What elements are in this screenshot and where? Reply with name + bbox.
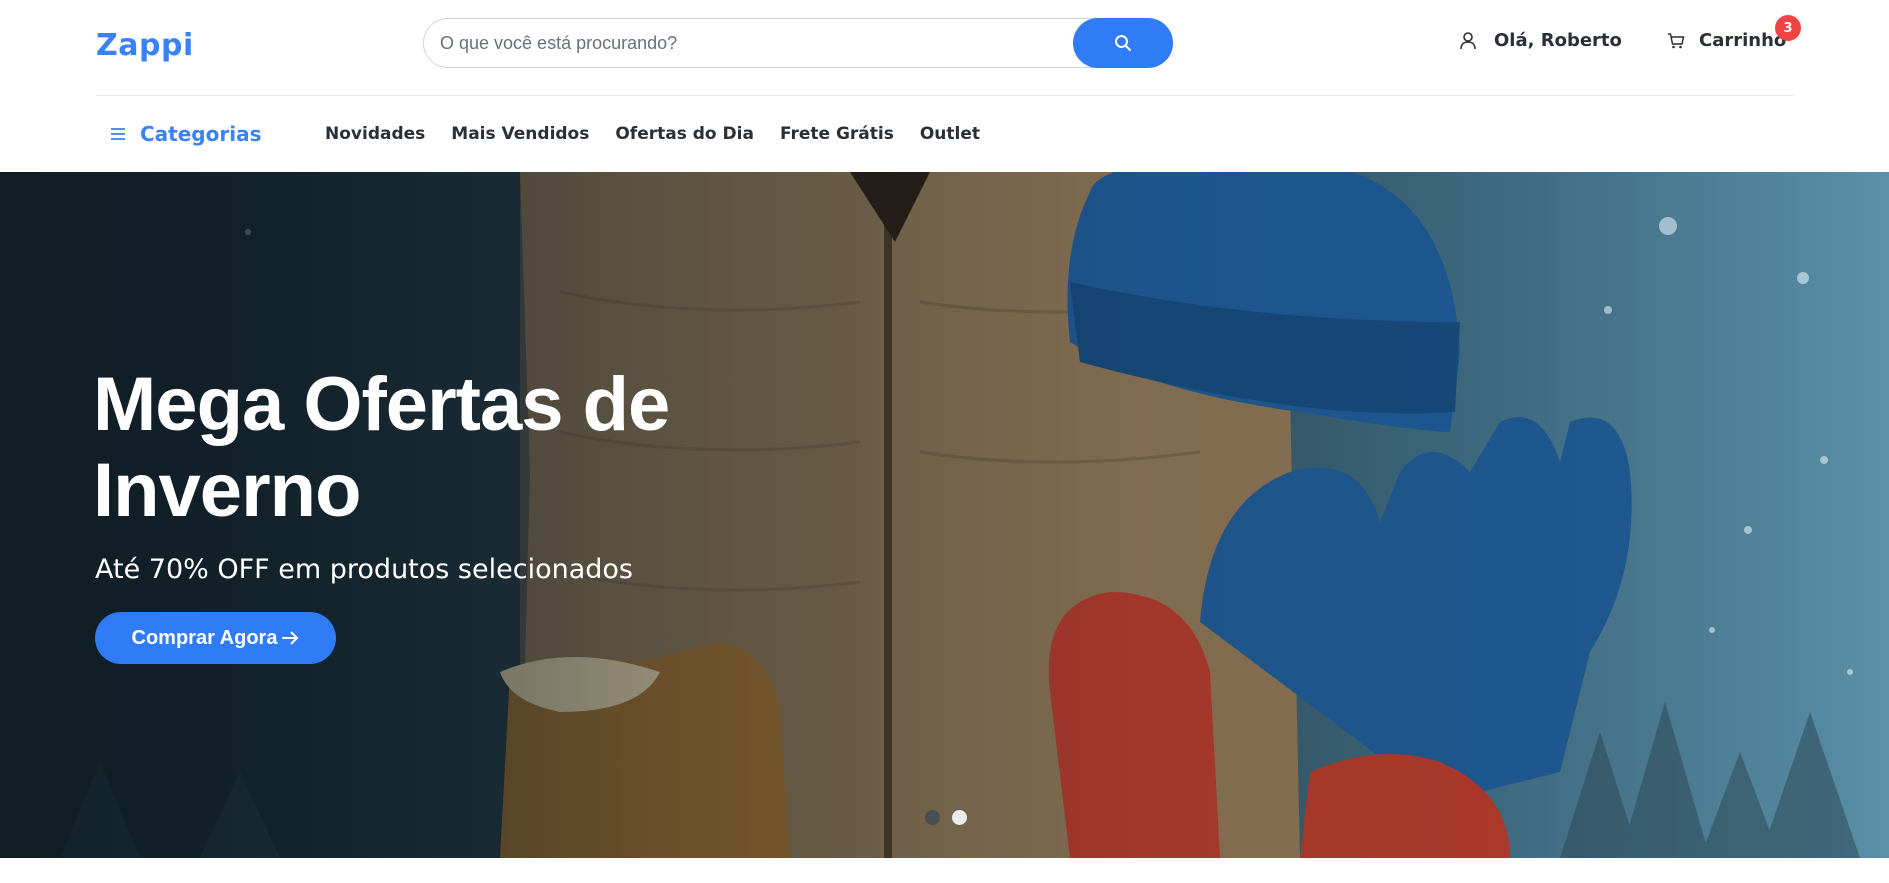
search-icon — [1115, 34, 1131, 51]
categories-label: Categorias — [140, 122, 262, 146]
shop-now-label: Comprar Agora — [131, 626, 278, 649]
user-icon — [1460, 31, 1476, 49]
cart-count-badge: 3 — [1775, 15, 1801, 41]
user-greeting: Olá, Roberto — [1494, 30, 1622, 51]
menu-icon — [111, 128, 125, 140]
carousel-dots — [925, 810, 967, 825]
hero-subtitle: Até 70% OFF em produtos selecionados — [95, 554, 633, 585]
shop-now-button[interactable]: Comprar Agora — [95, 612, 336, 664]
carousel-dot-2[interactable] — [952, 810, 967, 825]
nav-item-novidades[interactable]: Novidades — [325, 124, 425, 144]
arrow-right-icon — [282, 631, 299, 645]
carousel-dot-1[interactable] — [925, 810, 940, 825]
hero-title: Mega Ofertas de Inverno — [93, 362, 670, 533]
nav-item-outlet[interactable]: Outlet — [920, 124, 980, 144]
categories-menu-button[interactable]: Categorias — [110, 122, 261, 146]
cart-link[interactable]: Carrinho — [1667, 30, 1786, 51]
user-account-link[interactable]: Olá, Roberto — [1460, 30, 1622, 51]
logo[interactable]: Zappi — [96, 28, 194, 63]
nav-item-mais-vendidos[interactable]: Mais Vendidos — [451, 124, 589, 144]
site-header: Zappi Olá, Roberto Carrinho 3 — [0, 0, 1889, 172]
page-bottom-strip — [0, 858, 1889, 883]
nav-item-ofertas-do-dia[interactable]: Ofertas do Dia — [615, 124, 754, 144]
search-input[interactable] — [438, 19, 1042, 67]
search-button[interactable] — [1073, 17, 1173, 68]
header-divider — [96, 95, 1794, 96]
cart-icon — [1668, 32, 1685, 48]
hero-banner: Mega Ofertas de Inverno Até 70% OFF em p… — [0, 172, 1889, 858]
nav-item-frete-gratis[interactable]: Frete Grátis — [780, 124, 894, 144]
main-nav: Novidades Mais Vendidos Ofertas do Dia F… — [325, 124, 980, 144]
cart-label: Carrinho — [1699, 30, 1787, 51]
search-bar — [423, 17, 1173, 68]
